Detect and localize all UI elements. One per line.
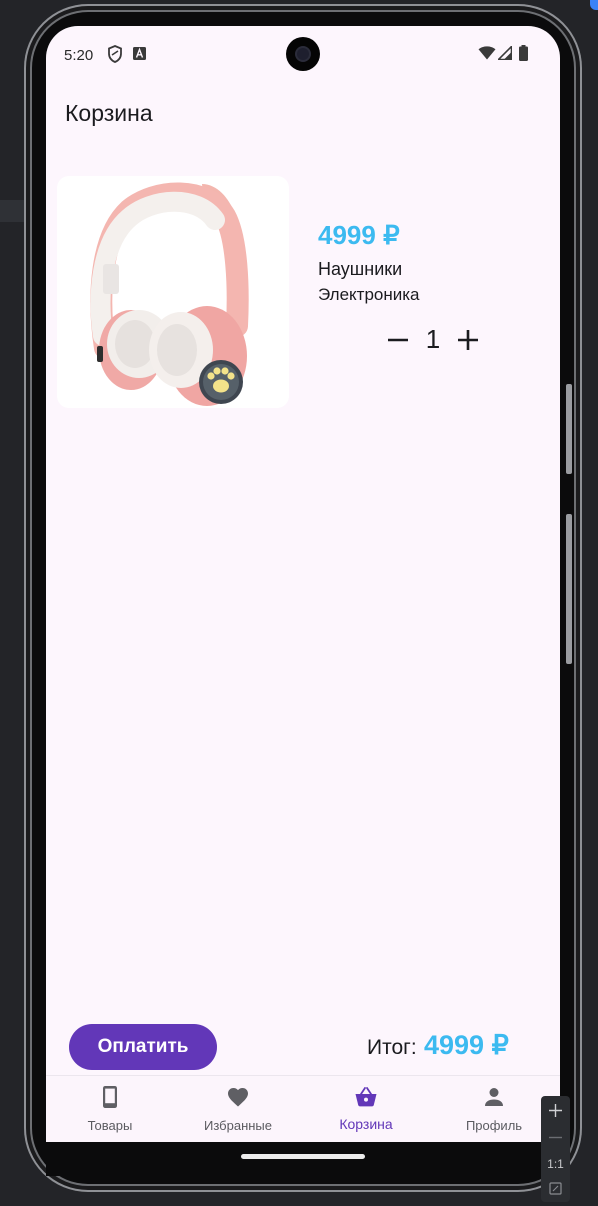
total-value: 4999 ₽ bbox=[424, 1030, 509, 1060]
nav-item-favorites[interactable]: Избранные bbox=[174, 1076, 302, 1142]
nav-label-profile: Профиль bbox=[465, 1118, 523, 1133]
battery-icon bbox=[519, 45, 528, 61]
page-title: Корзина bbox=[65, 100, 153, 126]
zoom-ratio-button[interactable]: 1:1 bbox=[541, 1157, 570, 1171]
phone-icon bbox=[103, 1086, 117, 1108]
product-name: Наушники bbox=[318, 259, 403, 279]
product-price: 4999 ₽ bbox=[318, 220, 400, 250]
status-time: 5:20 bbox=[64, 47, 94, 64]
pay-button[interactable]: Оплатить bbox=[69, 1024, 217, 1070]
nav-label-products: Товары bbox=[87, 1118, 133, 1133]
zoom-out-icon[interactable] bbox=[548, 1130, 563, 1145]
nav-label-cart: Корзина bbox=[339, 1116, 393, 1132]
nav-label-favorites: Избранные bbox=[204, 1118, 272, 1133]
ide-corner-indicator bbox=[590, 0, 598, 10]
total-label: Итог: bbox=[367, 1036, 417, 1059]
heart-icon bbox=[228, 1088, 248, 1107]
volume-button bbox=[566, 384, 572, 474]
ide-side-strip bbox=[0, 200, 24, 222]
bottom-navigation: Товары Избранные Корзина Профиль bbox=[46, 1075, 560, 1142]
nav-item-profile[interactable]: Профиль bbox=[430, 1076, 558, 1142]
nav-item-cart[interactable]: Корзина bbox=[302, 1076, 430, 1142]
home-gesture-bar[interactable] bbox=[241, 1154, 365, 1159]
minus-icon bbox=[388, 338, 408, 342]
wifi-icon bbox=[478, 46, 496, 60]
plus-icon bbox=[458, 330, 478, 350]
vpn-shield-icon bbox=[108, 45, 122, 63]
device-chin bbox=[46, 1142, 560, 1176]
power-button bbox=[566, 514, 572, 664]
increase-quantity-button[interactable] bbox=[456, 328, 480, 352]
font-a-icon bbox=[133, 47, 146, 60]
product-image[interactable] bbox=[57, 176, 289, 408]
emulator-zoom-panel: 1:1 bbox=[541, 1096, 570, 1202]
headphones-product-image bbox=[90, 182, 249, 406]
front-camera bbox=[286, 37, 320, 71]
signal-icon bbox=[498, 46, 512, 60]
fit-screen-icon[interactable] bbox=[549, 1182, 562, 1195]
quantity-value: 1 bbox=[425, 324, 441, 354]
status-bar: 5:20 bbox=[46, 26, 560, 82]
app-screen: 5:20 Корзина 4999 ₽ Наушники Электроника… bbox=[46, 26, 560, 1142]
person-icon bbox=[485, 1088, 503, 1106]
basket-icon bbox=[355, 1087, 377, 1107]
zoom-in-icon[interactable] bbox=[548, 1103, 563, 1118]
decrease-quantity-button[interactable] bbox=[386, 328, 410, 352]
nav-item-products[interactable]: Товары bbox=[46, 1076, 174, 1142]
product-category: Электроника bbox=[318, 285, 420, 304]
